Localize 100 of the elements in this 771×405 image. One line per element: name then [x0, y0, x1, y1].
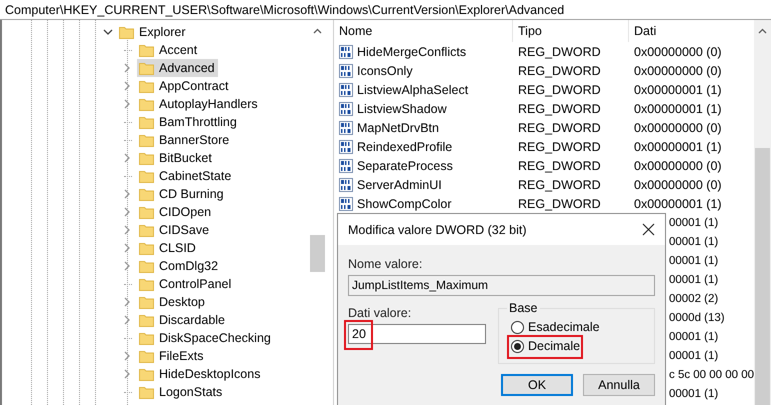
value-data: 0x00000001 (1): [634, 140, 722, 154]
tree-item[interactable]: BannerStore: [137, 131, 232, 149]
chevron-right-icon[interactable]: [124, 351, 130, 361]
chevron-right-icon[interactable]: [124, 153, 130, 163]
scroll-up-icon[interactable]: [313, 28, 322, 34]
value-data: 00001 (1): [669, 236, 718, 248]
column-header[interactable]: Tipo: [513, 20, 629, 42]
chevron-right-icon[interactable]: [124, 243, 130, 253]
value-data: 00002 (2): [669, 292, 718, 304]
folder-icon: [139, 80, 154, 92]
tree-item[interactable]: FileExts: [137, 347, 206, 365]
scrollbar-thumb[interactable]: [310, 235, 325, 272]
chevron-right-icon[interactable]: [124, 99, 130, 109]
value-type: REG_DWORD: [518, 178, 601, 192]
tree-item[interactable]: HideDesktopIcons: [137, 365, 264, 383]
value-data: 0x00000000 (0): [634, 120, 722, 134]
field-label: Dati valore:: [348, 306, 412, 320]
value-data: 0x00000000 (0): [634, 64, 722, 78]
radio-button[interactable]: [511, 340, 524, 352]
value-data: 0x00000000 (0): [634, 44, 722, 58]
value-data: 00001 (1): [669, 216, 718, 228]
value-data: 00001 (1): [669, 330, 718, 342]
dialog-button[interactable]: Annulla: [583, 374, 655, 396]
value-name: SeparateProcess: [357, 158, 453, 172]
tree-item[interactable]: BitBucket: [137, 149, 215, 167]
value-type: REG_DWORD: [518, 44, 601, 58]
chevron-right-icon[interactable]: [124, 81, 130, 91]
tree-item[interactable]: AutoplayHandlers: [137, 95, 261, 113]
binary-value-icon: [339, 178, 353, 192]
chevron-right-icon[interactable]: [124, 369, 130, 379]
address-bar[interactable]: Computer\HKEY_CURRENT_USER\Software\Microsoft\Windows\CurrentVersion\Explorer\Advanced: [0, 0, 771, 20]
folder-icon: [139, 116, 154, 128]
folder-icon: [139, 368, 154, 380]
dialog-title: Modifica valore DWORD (32 bit): [348, 222, 527, 236]
value-data: 00001 (1): [669, 274, 718, 286]
tree-item[interactable]: Discardable: [137, 311, 228, 329]
tree-item[interactable]: CD Burning: [137, 185, 227, 203]
folder-icon: [139, 170, 154, 182]
radio-button[interactable]: [511, 320, 524, 334]
binary-value-icon: [339, 102, 353, 116]
scrollbar[interactable]: [754, 20, 771, 405]
value-name: ListviewShadow: [357, 102, 447, 116]
tree-item[interactable]: CIDSave: [137, 221, 212, 239]
value-type: REG_DWORD: [518, 158, 601, 172]
chevron-right-icon[interactable]: [124, 261, 130, 271]
chevron-right-icon[interactable]: [124, 315, 130, 325]
tree-item[interactable]: CIDOpen: [137, 203, 214, 221]
chevron-right-icon[interactable]: [124, 207, 130, 217]
value-type: REG_DWORD: [518, 64, 601, 78]
value-name: IconsOnly: [357, 64, 413, 78]
value-data-field[interactable]: 20: [348, 324, 486, 344]
radio-label[interactable]: Esadecimale: [528, 320, 600, 334]
value-name-field[interactable]: JumpListItems_Maximum: [348, 275, 655, 296]
binary-value-icon: [339, 44, 353, 58]
value-data: 0x00000001 (1): [634, 196, 722, 210]
tree-item[interactable]: AppContract: [137, 77, 232, 95]
value-data: 0x00000001 (1): [634, 82, 722, 96]
folder-icon: [139, 260, 154, 272]
column-header[interactable]: Dati: [629, 20, 754, 42]
tree-item[interactable]: BamThrottling: [137, 113, 240, 131]
folder-icon: [139, 386, 154, 398]
tree-item[interactable]: Desktop: [137, 293, 208, 311]
value-name: ListviewAlphaSelect: [357, 82, 468, 96]
tree-item[interactable]: CabinetState: [137, 167, 234, 185]
value-type: REG_DWORD: [518, 196, 601, 210]
folder-icon: [139, 314, 154, 326]
folder-icon: [139, 242, 154, 254]
chevron-right-icon[interactable]: [124, 225, 130, 235]
value-data: 0x00000000 (0): [634, 158, 722, 172]
tree-item[interactable]: ComDlg32: [137, 257, 222, 275]
close-icon[interactable]: [642, 223, 655, 236]
chevron-right-icon[interactable]: [124, 297, 130, 307]
binary-value-icon: [339, 64, 353, 78]
binary-value-icon: [339, 82, 353, 96]
tree-item[interactable]: DiskSpaceChecking: [137, 329, 274, 347]
value-name: HideMergeConflicts: [357, 44, 466, 58]
tree-item[interactable]: Explorer: [139, 25, 186, 39]
chevron-right-icon[interactable]: [124, 189, 130, 199]
selected-tree-item[interactable]: Advanced: [137, 59, 218, 77]
tree-item[interactable]: ControlPanel: [137, 275, 234, 293]
folder-icon: [139, 188, 154, 200]
value-type: REG_DWORD: [518, 102, 601, 116]
scroll-up-icon[interactable]: [758, 28, 767, 34]
tree-item[interactable]: Accent: [137, 41, 200, 59]
value-name: ReindexedProfile: [357, 140, 452, 154]
chevron-right-icon[interactable]: [124, 63, 130, 73]
chevron-down-icon[interactable]: [103, 29, 113, 35]
dialog-button[interactable]: OK: [501, 374, 573, 396]
tree-item[interactable]: LogonStats: [137, 383, 226, 401]
scrollbar-thumb[interactable]: [755, 148, 770, 405]
binary-value-icon: [339, 158, 353, 172]
value-data: 0x00000001 (1): [634, 102, 722, 116]
folder-icon: [139, 62, 154, 74]
tree-item[interactable]: CLSID: [137, 239, 199, 257]
folder-icon: [139, 44, 154, 56]
column-header[interactable]: Nome: [334, 20, 513, 42]
binary-value-icon: [339, 140, 353, 154]
value-type: REG_DWORD: [518, 140, 601, 154]
radio-label[interactable]: Decimale: [528, 339, 580, 353]
value-type: REG_DWORD: [518, 120, 601, 134]
